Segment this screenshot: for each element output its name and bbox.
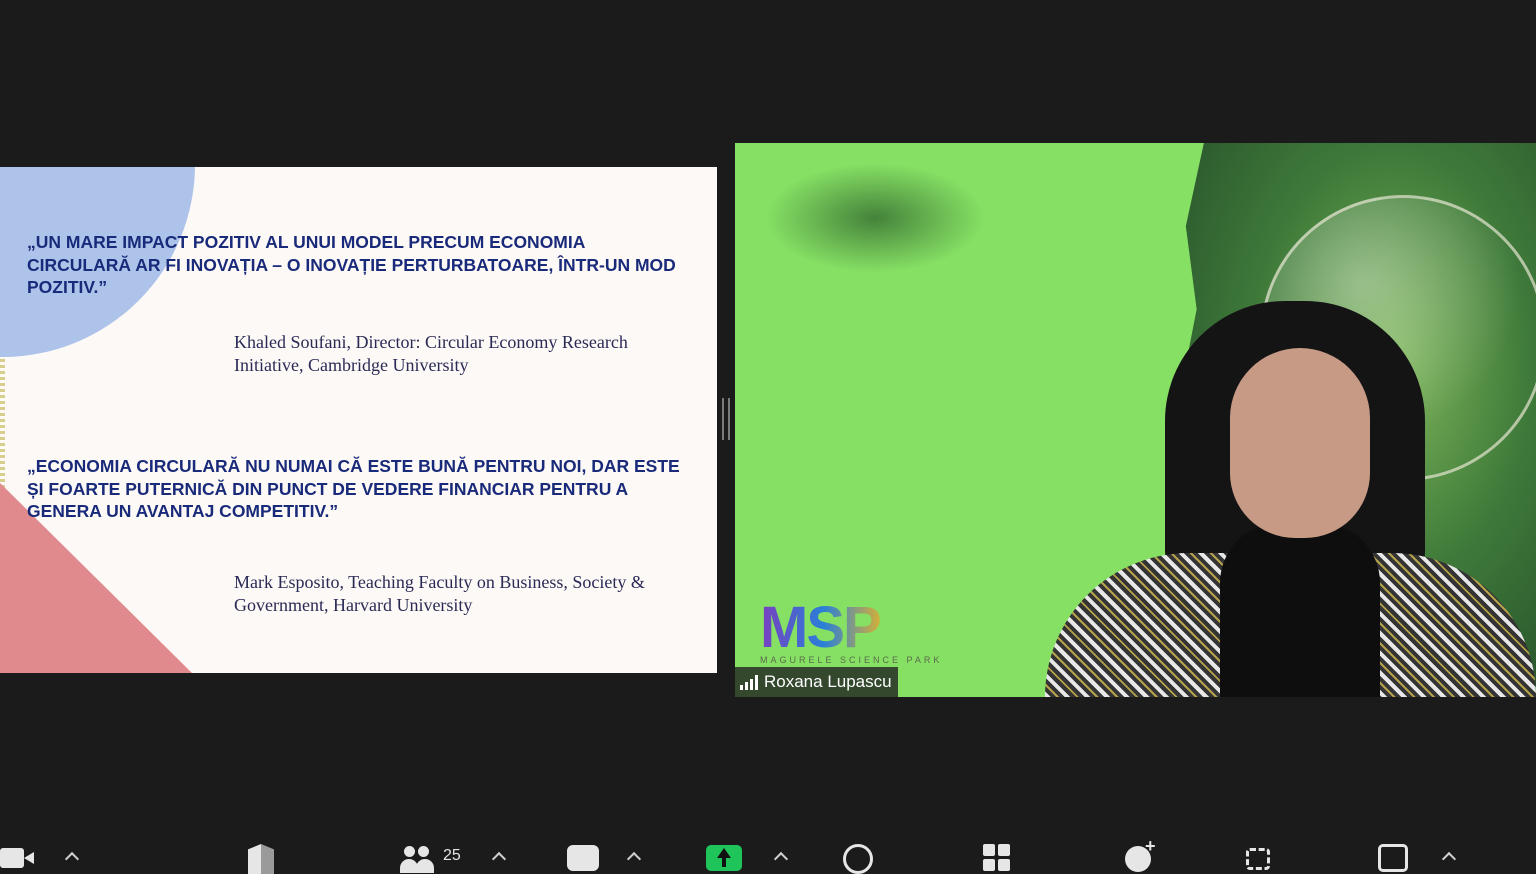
participant-name-label: Roxana Lupascu <box>735 667 898 697</box>
whiteboard-icon[interactable] <box>1246 848 1270 870</box>
background-smudge <box>765 163 985 273</box>
participant-video-tile[interactable]: MSP MAGURELE SCIENCE PARK Roxana Lupascu <box>735 143 1536 697</box>
quote-one-attribution: Khaled Soufani, Director: Circular Econo… <box>234 332 628 375</box>
msp-logo-subtext: MAGURELE SCIENCE PARK <box>760 655 943 665</box>
quote-one: „UN MARE IMPACT POZITIV AL UNUI MODEL PR… <box>27 232 676 297</box>
signal-strength-icon <box>740 674 758 690</box>
participant-top <box>1220 523 1380 697</box>
apps-icon[interactable] <box>983 844 1013 872</box>
msp-logo: MSP MAGURELE SCIENCE PARK <box>760 599 970 669</box>
chat-icon[interactable] <box>567 845 599 871</box>
participants-icon[interactable] <box>400 844 436 873</box>
record-icon[interactable] <box>843 844 873 874</box>
participant-video-feed <box>1045 293 1536 697</box>
participant-name: Roxana Lupascu <box>764 672 892 691</box>
video-camera-icon[interactable] <box>0 848 24 868</box>
security-shield-icon[interactable] <box>248 844 274 874</box>
meeting-toolbar: 25 <box>0 836 1536 874</box>
participants-count[interactable]: 25 <box>443 847 461 865</box>
participant-face <box>1230 348 1370 538</box>
msp-logo-letters: MSP <box>760 599 970 657</box>
quote-two: „ECONOMIA CIRCULARĂ NU NUMAI CĂ ESTE BUN… <box>27 456 680 521</box>
more-icon[interactable] <box>1378 844 1408 872</box>
share-screen-icon[interactable] <box>706 845 742 871</box>
view-resize-handle[interactable] <box>722 398 730 440</box>
shared-screen-slide: „UN MARE IMPACT POZITIV AL UNUI MODEL PR… <box>0 167 717 673</box>
reactions-icon[interactable] <box>1125 836 1156 872</box>
quote-two-attribution: Mark Esposito, Teaching Faculty on Busin… <box>234 572 645 615</box>
